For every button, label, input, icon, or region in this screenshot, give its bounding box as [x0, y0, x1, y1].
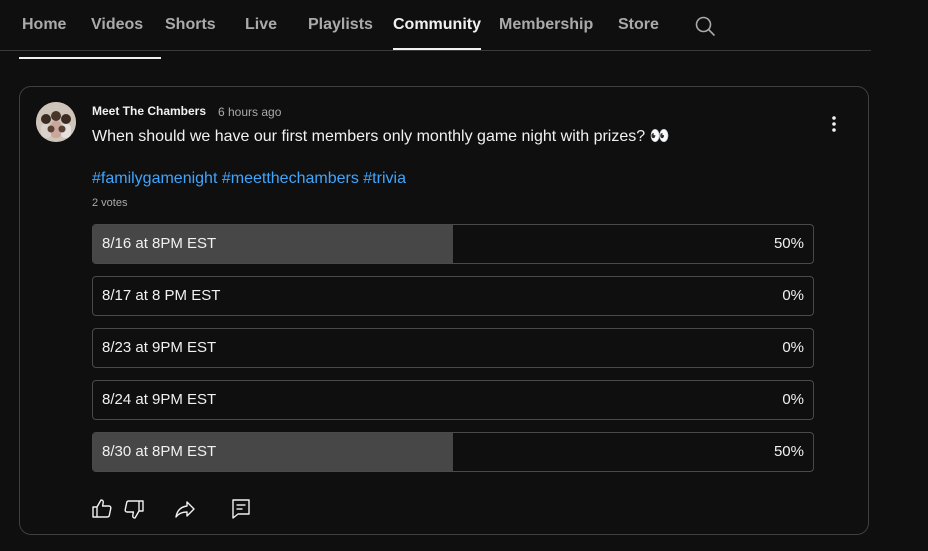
hashtag-link[interactable]: #meetthechambers [222, 170, 359, 187]
poll-option-label: 8/17 at 8 PM EST [102, 287, 221, 304]
poll-option[interactable]: 8/17 at 8 PM EST 0% [92, 276, 814, 316]
tab-home[interactable]: Home [22, 0, 66, 50]
poll-option-percent: 50% [773, 235, 804, 252]
tab-playlists[interactable]: Playlists [308, 0, 373, 50]
tab-live[interactable]: Live [245, 0, 277, 50]
tab-membership[interactable]: Membership [499, 0, 593, 50]
poll-option-percent: 0% [782, 287, 804, 304]
thumbs-up-icon[interactable] [90, 497, 114, 521]
tab-community[interactable]: Community [393, 0, 481, 50]
poll-option-percent: 0% [782, 391, 804, 408]
avatar[interactable] [36, 102, 76, 142]
poll-option-percent: 50% [773, 443, 804, 460]
tab-store[interactable]: Store [618, 0, 659, 50]
hashtag-link[interactable]: #familygamenight [92, 170, 217, 187]
hashtag-link[interactable]: #trivia [363, 170, 406, 187]
post-hashtags: #familygamenight #meetthechambers #trivi… [92, 170, 406, 188]
poll-option-label: 8/30 at 8PM EST [102, 443, 217, 460]
poll-option[interactable]: 8/16 at 8PM EST 50% [92, 224, 814, 264]
tab-shorts[interactable]: Shorts [165, 0, 216, 50]
vote-count: 2 votes [92, 197, 128, 209]
community-post: Meet The Chambers 6 hours ago When shoul… [19, 86, 869, 535]
share-icon[interactable] [173, 497, 197, 521]
poll-option[interactable]: 8/30 at 8PM EST 50% [92, 432, 814, 472]
poll-options: 8/16 at 8PM EST 50% 8/17 at 8 PM EST 0% … [92, 224, 814, 484]
poll-option[interactable]: 8/24 at 9PM EST 0% [92, 380, 814, 420]
post-time[interactable]: 6 hours ago [218, 105, 281, 119]
post-author[interactable]: Meet The Chambers [92, 104, 206, 118]
channel-tabs: Home Videos Shorts Live Playlists Commun… [0, 0, 871, 51]
scroll-indicator [19, 57, 161, 59]
thumbs-down-icon[interactable] [122, 497, 146, 521]
poll-option[interactable]: 8/23 at 9PM EST 0% [92, 328, 814, 368]
more-options-icon[interactable] [824, 113, 844, 137]
search-icon[interactable] [694, 15, 716, 37]
poll-option-label: 8/23 at 9PM EST [102, 339, 217, 356]
comment-icon[interactable] [229, 497, 253, 521]
tab-videos[interactable]: Videos [91, 0, 143, 50]
poll-option-label: 8/16 at 8PM EST [102, 235, 217, 252]
post-text: When should we have our first members on… [92, 128, 670, 145]
poll-option-percent: 0% [782, 339, 804, 356]
poll-option-label: 8/24 at 9PM EST [102, 391, 217, 408]
